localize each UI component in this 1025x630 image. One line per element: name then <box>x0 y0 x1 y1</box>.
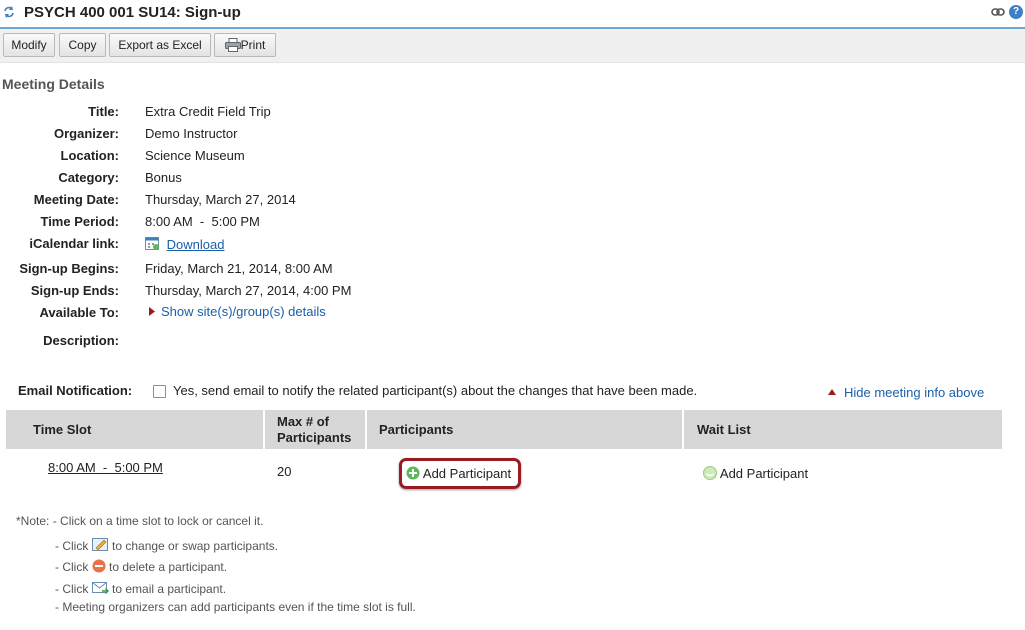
note-text-2a: - Click <box>55 539 89 553</box>
available-to-label: Available To: <box>39 305 119 320</box>
hide-meeting-info-link[interactable]: Hide meeting info above <box>828 385 984 400</box>
copy-button[interactable]: Copy <box>59 33 106 57</box>
delete-icon <box>92 559 106 573</box>
printer-icon <box>224 38 241 52</box>
caret-up-icon <box>828 389 836 395</box>
wait-list-header: Wait List <box>684 410 1002 449</box>
organizer-label: Organizer: <box>53 126 119 141</box>
max-header-line2: Participants <box>277 430 352 445</box>
max-header-line1: Max # of <box>277 414 330 429</box>
waitlist-add-participant-label: Add Participant <box>719 466 809 481</box>
note-line-3: - Click to delete a participant. <box>55 559 227 574</box>
icalendar-download[interactable]: Download <box>145 236 224 252</box>
note-line-4: - Click to email a participant. <box>55 582 226 596</box>
time-slot-header: Time Slot <box>6 410 263 449</box>
print-label: Print <box>240 38 266 52</box>
available-to-toggle[interactable]: Show site(s)/group(s) details <box>145 304 326 319</box>
time-period-value: 8:00 AM - 5:00 PM <box>145 214 260 229</box>
signup-begins-value: Friday, March 21, 2014, 8:00 AM <box>145 261 333 276</box>
note-prefix: *Note: <box>16 514 50 528</box>
icalendar-label: iCalendar link: <box>29 236 119 251</box>
note-text-3a: - Click <box>55 560 89 574</box>
participants-header-label: Participants <box>379 422 454 437</box>
wait-list-header-label: Wait List <box>697 422 751 437</box>
email-notification-label: Email Notification: <box>18 383 133 398</box>
note-line-5: - Meeting organizers can add participant… <box>55 600 416 614</box>
title-bar: PSYCH 400 001 SU14: Sign-up ? <box>0 0 1025 29</box>
time-slot-link[interactable]: 8:00 AM - 5:00 PM <box>48 460 163 475</box>
description-label: Description: <box>43 333 119 348</box>
signup-ends-label: Sign-up Ends: <box>30 283 119 298</box>
link-icon[interactable] <box>991 7 1005 17</box>
print-button[interactable]: Print <box>214 33 276 57</box>
signup-ends-value: Thursday, March 27, 2014, 4:00 PM <box>145 283 352 298</box>
toolbar: Modify Copy Export as Excel Print <box>0 29 1025 63</box>
note-line-1: *Note: - Click on a time slot to lock or… <box>16 514 263 528</box>
add-participant-label: Add Participant <box>422 466 512 481</box>
time-slot-header-label: Time Slot <box>33 422 92 437</box>
caret-right-icon <box>149 307 155 316</box>
help-icon[interactable]: ? <box>1009 5 1023 19</box>
meeting-details-heading: Meeting Details <box>2 76 105 92</box>
category-value: Bonus <box>145 170 182 185</box>
swap-participants-icon <box>91 538 108 551</box>
calendar-icon <box>145 237 159 250</box>
reset-icon[interactable] <box>3 6 15 18</box>
signup-begins-label: Sign-up Begins: <box>19 261 119 276</box>
show-groups-link[interactable]: Show site(s)/group(s) details <box>161 304 326 319</box>
page-title: PSYCH 400 001 SU14: Sign-up <box>24 4 241 21</box>
note-text-1: - Click on a time slot to lock or cancel… <box>52 514 264 528</box>
note-text-4a: - Click <box>55 582 89 596</box>
export-excel-button[interactable]: Export as Excel <box>109 33 211 57</box>
participants-header: Participants <box>367 410 682 449</box>
waitlist-add-participant-button[interactable]: Add Participant <box>703 466 808 481</box>
time-period-label: Time Period: <box>40 214 119 229</box>
note-text-4b: to email a participant. <box>112 582 227 596</box>
organizer-value: Demo Instructor <box>145 126 238 141</box>
add-icon <box>406 466 420 480</box>
location-value: Science Museum <box>145 148 245 163</box>
modify-button[interactable]: Modify <box>3 33 55 57</box>
max-participants-value: 20 <box>277 464 292 479</box>
download-link[interactable]: Download <box>167 237 225 252</box>
email-icon <box>91 582 109 594</box>
title-value: Extra Credit Field Trip <box>145 104 271 119</box>
title-label: Title: <box>88 104 119 119</box>
hide-meeting-info-label: Hide meeting info above <box>844 385 985 400</box>
email-notification-checkbox[interactable] <box>153 385 166 398</box>
note-text-3b: to delete a participant. <box>109 560 228 574</box>
category-label: Category: <box>58 170 119 185</box>
location-label: Location: <box>60 148 120 163</box>
meeting-date-label: Meeting Date: <box>33 192 119 207</box>
add-icon <box>703 466 717 480</box>
meeting-date-value: Thursday, March 27, 2014 <box>145 192 296 207</box>
max-participants-header: Max # of Participants <box>265 410 365 449</box>
note-text-2b: to change or swap participants. <box>112 539 279 553</box>
email-notification-text: Yes, send email to notify the related pa… <box>173 383 698 398</box>
add-participant-button[interactable]: Add Participant <box>406 466 511 481</box>
note-line-2: - Click to change or swap participants. <box>55 537 278 553</box>
